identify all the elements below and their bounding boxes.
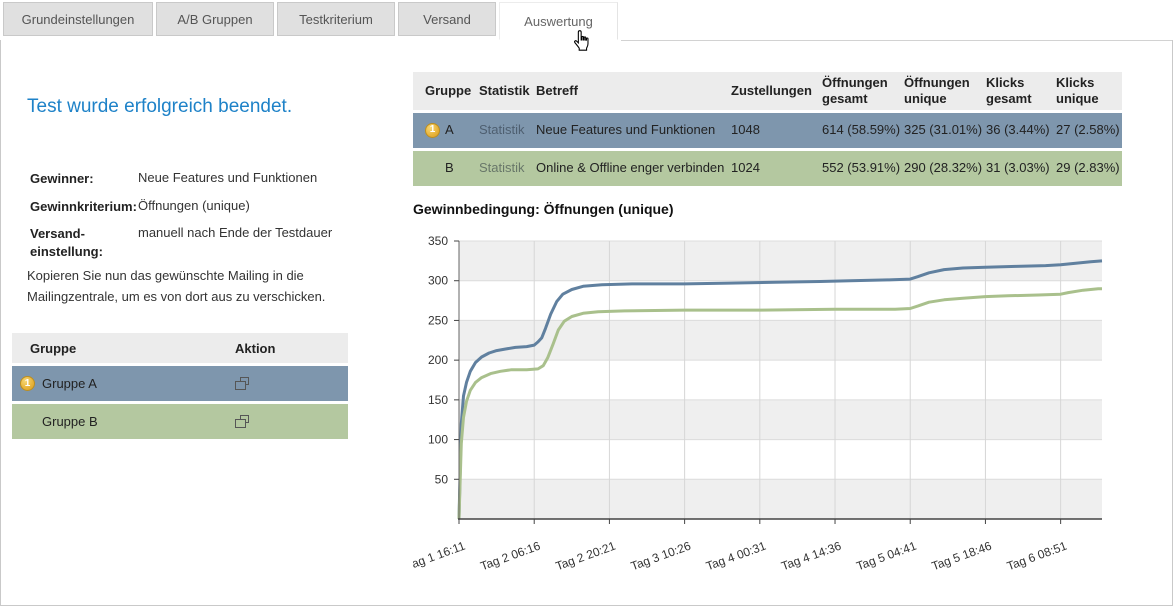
tab-label: Versand	[423, 12, 471, 27]
groups-table-header: Gruppe Aktion	[12, 333, 348, 363]
tab-bar: Grundeinstellungen A/B Gruppen Testkrite…	[0, 0, 1173, 41]
row-a-betreff: Neue Features und Funktionen	[523, 122, 719, 138]
group-b-action-cell	[235, 415, 348, 428]
group-a-row[interactable]: 1 Gruppe A	[12, 366, 348, 401]
header-oeffnungen-gesamt: Öffnungen gesamt	[817, 75, 899, 108]
winner-medal-slot: 1	[20, 376, 42, 391]
row-a-zustellungen: 1048	[719, 122, 817, 138]
header-statistik: Statistik	[465, 83, 523, 99]
dispatch-value: manuell nach Ende der Testdauer	[138, 225, 364, 261]
group-b-name-cell: Gruppe B	[12, 414, 235, 429]
row-b-klicks-unique: 29 (2.83%)	[1051, 160, 1122, 176]
svg-text:200: 200	[428, 353, 448, 367]
row-a-oeffnungen-unique: 325 (31.01%)	[899, 122, 981, 138]
group-b-row[interactable]: Gruppe B	[12, 404, 348, 439]
row-b-statistik-link[interactable]: Statistik	[465, 160, 523, 176]
svg-text:350: 350	[428, 234, 448, 248]
tab-auswertung[interactable]: Auswertung	[499, 2, 618, 40]
row-a-gruppe-cell: 1 A	[413, 122, 465, 138]
tab-testkriterium[interactable]: Testkriterium	[277, 2, 395, 36]
winner-label: Gewinner:	[30, 170, 138, 188]
tab-label: Testkriterium	[299, 12, 373, 27]
row-b-zustellungen: 1024	[719, 160, 817, 176]
results-header-row: Gruppe Statistik Betreff Zustellungen Öf…	[413, 72, 1122, 110]
row-b-betreff: Online & Offline enger verbinden	[523, 160, 719, 176]
winner-field: Gewinner: Neue Features und Funktionen	[30, 170, 364, 188]
svg-text:50: 50	[435, 472, 449, 486]
test-status-heading: Test wurde erfolgreich beendet.	[27, 96, 292, 118]
row-b-gruppe-cell: B	[413, 160, 465, 176]
group-a-name: Gruppe A	[42, 376, 97, 391]
criterion-field: Gewinnkriterium: Öffnungen (unique)	[30, 198, 364, 216]
groups-action-table: Gruppe Aktion 1 Gruppe A Gruppe B	[12, 333, 348, 439]
svg-text:Tag 3 10:26: Tag 3 10:26	[629, 539, 693, 574]
groups-header-aktion: Aktion	[235, 341, 348, 356]
dispatch-label: Versand-einstellung:	[30, 225, 138, 261]
tab-ab-gruppen[interactable]: A/B Gruppen	[156, 2, 274, 36]
winner-medal-icon: 1	[425, 123, 440, 138]
svg-text:300: 300	[428, 274, 448, 288]
svg-text:Tag 5 18:46: Tag 5 18:46	[930, 539, 994, 574]
svg-text:Tag 4 00:31: Tag 4 00:31	[704, 539, 768, 574]
results-row-a[interactable]: 1 A Statistik Neue Features und Funktion…	[413, 113, 1122, 148]
row-b-oeffnungen-gesamt: 552 (53.91%)	[817, 160, 899, 176]
results-row-b[interactable]: B Statistik Online & Offline enger verbi…	[413, 151, 1122, 186]
header-betreff: Betreff	[523, 83, 719, 99]
header-klicks-gesamt: Klicks gesamt	[981, 75, 1051, 108]
group-b-name: Gruppe B	[42, 414, 98, 429]
tab-bar-filler	[621, 0, 1173, 41]
tab-versand[interactable]: Versand	[398, 2, 496, 36]
criterion-value: Öffnungen (unique)	[138, 198, 364, 216]
svg-text:Tag 2 20:21: Tag 2 20:21	[554, 539, 618, 574]
criterion-label: Gewinnkriterium:	[30, 198, 138, 216]
header-gruppe: Gruppe	[413, 83, 465, 99]
svg-text:150: 150	[428, 393, 448, 407]
row-a-statistik-link[interactable]: Statistik	[465, 122, 523, 138]
svg-text:Tag 1 16:11: Tag 1 16:11	[413, 539, 467, 573]
tab-label: Grundeinstellungen	[22, 12, 135, 27]
group-a-action-cell	[235, 377, 348, 390]
row-b-group-letter: B	[445, 160, 454, 176]
row-a-klicks-unique: 27 (2.58%)	[1051, 122, 1122, 138]
winner-criterion-chart: 50 100 150 200 250 300 350 Tag 1 16:11 Tag 2 06:…	[413, 233, 1122, 583]
group-a-name-cell: 1 Gruppe A	[12, 376, 235, 391]
copy-instruction-note: Kopieren Sie nun das gewünschte Mailing …	[27, 266, 359, 308]
chart-title: Gewinnbedingung: Öffnungen (unique)	[413, 201, 674, 217]
row-b-oeffnungen-unique: 290 (28.32%)	[899, 160, 981, 176]
header-zustellungen: Zustellungen	[719, 83, 817, 99]
tab-label: Auswertung	[524, 14, 593, 29]
ab-results-table: Gruppe Statistik Betreff Zustellungen Öf…	[413, 72, 1122, 186]
winner-value: Neue Features und Funktionen	[138, 170, 364, 188]
dispatch-field: Versand-einstellung: manuell nach Ende d…	[30, 225, 364, 261]
tab-label: A/B Gruppen	[177, 12, 252, 27]
row-b-klicks-gesamt: 31 (3.03%)	[981, 160, 1051, 176]
winner-medal-icon: 1	[20, 376, 35, 391]
tab-grundeinstellungen[interactable]: Grundeinstellungen	[3, 2, 153, 36]
svg-text:Tag 4 14:36: Tag 4 14:36	[779, 539, 843, 574]
svg-text:100: 100	[428, 433, 448, 447]
winner-criterion-chart-svg: 50 100 150 200 250 300 350 Tag 1 16:11 Tag 2 06:…	[413, 233, 1122, 578]
header-klicks-unique: Klicks unique	[1051, 75, 1122, 108]
copy-icon[interactable]	[235, 377, 249, 390]
groups-header-gruppe: Gruppe	[12, 341, 235, 356]
row-a-klicks-gesamt: 36 (3.44%)	[981, 122, 1051, 138]
row-a-group-letter: A	[445, 122, 454, 138]
svg-text:Tag 2 06:16: Tag 2 06:16	[479, 539, 543, 574]
copy-icon[interactable]	[235, 415, 249, 428]
row-a-oeffnungen-gesamt: 614 (58.59%)	[817, 122, 899, 138]
svg-text:Tag 5 04:41: Tag 5 04:41	[855, 539, 919, 574]
svg-text:Tag 6 08:51: Tag 6 08:51	[1005, 539, 1069, 574]
header-oeffnungen-unique: Öffnungen unique	[899, 75, 981, 108]
svg-text:250: 250	[428, 313, 448, 327]
